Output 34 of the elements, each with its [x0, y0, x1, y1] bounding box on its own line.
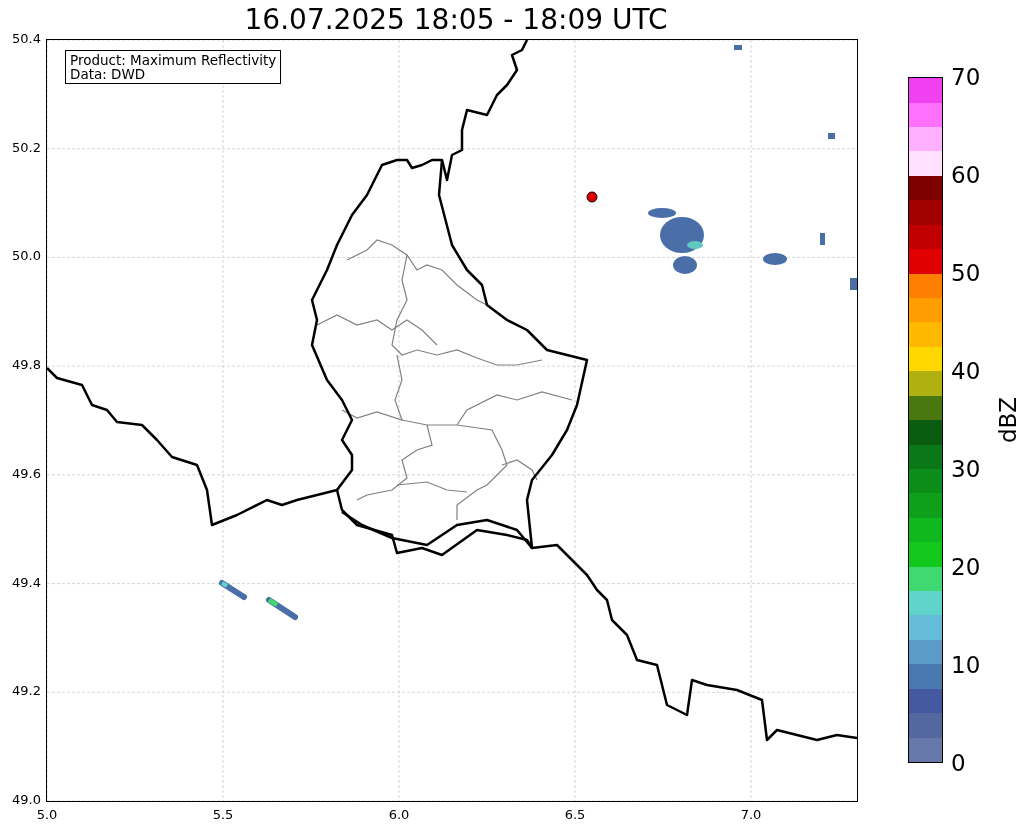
colorbar-tick-label: 10 [951, 651, 981, 679]
radar-echo [820, 233, 825, 245]
colorbar-tick-label: 50 [951, 259, 981, 287]
colorbar-tick-label: 60 [951, 161, 981, 189]
radar-echo [850, 278, 857, 290]
colorbar-tick-label: 20 [951, 553, 981, 581]
y-tick-label: 50.0 [12, 248, 41, 264]
x-tick-label: 6.0 [387, 807, 411, 822]
radar-echo [266, 597, 298, 620]
x-tick-label: 7.0 [739, 807, 763, 822]
y-tick-label: 49.8 [12, 357, 41, 373]
x-tick-label: 5.0 [35, 807, 59, 822]
colorbar-tick-label: 30 [951, 455, 981, 483]
info-text: Product: Maximum Reflectivity [70, 53, 277, 67]
y-tick-label: 49.6 [12, 465, 41, 481]
colorbar-tick-label: 0 [951, 749, 966, 777]
x-tick-label: 6.5 [563, 807, 587, 822]
radar-echo [828, 133, 835, 139]
y-tick-label: 50.2 [12, 139, 41, 155]
radar-echo [648, 208, 704, 274]
colorbar-tick-label: 40 [951, 357, 981, 385]
y-tick-label: 49.0 [12, 792, 41, 807]
location-marker [586, 191, 598, 203]
info-text: Data: DWD [70, 67, 147, 81]
x-tick-label: 5.5 [211, 807, 235, 822]
radar-echo [763, 253, 787, 265]
colorbar-label: dBZ [995, 396, 1021, 444]
y-tick-label: 49.4 [12, 574, 41, 590]
chart-title: 16.07.2025 18:05 - 18:09 UTC [244, 4, 668, 36]
radar-echo [734, 45, 742, 50]
y-tick-label: 50.4 [12, 31, 41, 46]
colorbar-tick-label: 70 [951, 63, 981, 91]
radar-echo [219, 580, 247, 600]
y-tick-label: 49.2 [12, 683, 41, 699]
